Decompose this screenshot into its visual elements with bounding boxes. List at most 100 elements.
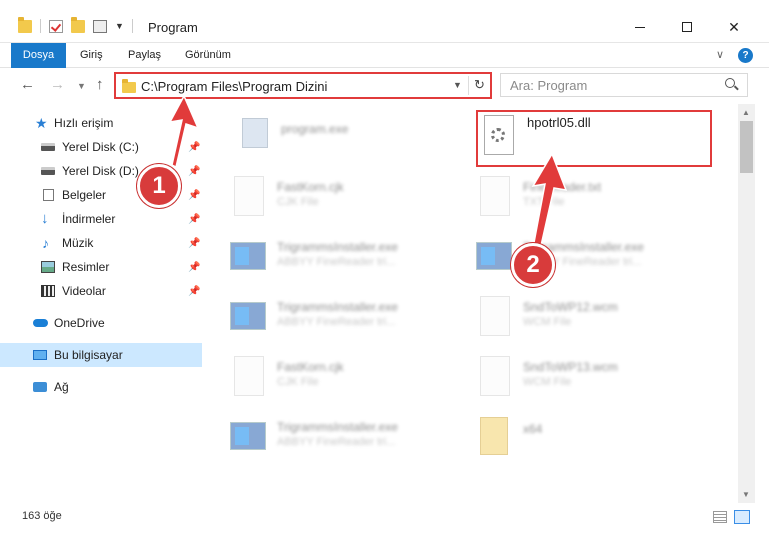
refresh-icon[interactable]: ↻ — [474, 77, 485, 93]
file-name: FineReader.txt — [523, 180, 602, 194]
tab-home[interactable]: Giriş — [70, 43, 113, 68]
sidebar-item-onedrive[interactable]: OneDrive — [0, 311, 202, 335]
file-type: ABBYY FineReader tri... — [277, 436, 396, 448]
pin-icon[interactable]: 📌 — [188, 238, 200, 249]
pin-icon[interactable]: 📌 — [188, 190, 200, 201]
sidebar-item-downloads[interactable]: ↓ İndirmeler 📌 — [0, 207, 202, 231]
search-icon[interactable] — [725, 78, 735, 88]
file-item[interactable]: TrigrammsInstaller.exe ABBYY FineReader … — [230, 412, 470, 462]
sidebar-item-label: Bu bilgisayar — [54, 348, 123, 362]
navigation-bar: ← → ▼ ↑ C:\Program Files\Program Dizini … — [0, 68, 769, 104]
sidebar-item-local-disk-c[interactable]: Yerel Disk (C:) 📌 — [0, 135, 202, 159]
forward-arrow-icon[interactable]: → — [50, 76, 65, 93]
file-type: CJK File — [277, 376, 319, 388]
view-options-icon[interactable] — [93, 19, 107, 33]
pictures-icon — [41, 261, 55, 273]
sidebar-item-quick-access[interactable]: ★ Hızlı erişim — [0, 111, 202, 135]
file-name: SndToWP12.wcm — [523, 300, 618, 314]
file-icon — [480, 296, 510, 336]
document-icon — [43, 189, 54, 201]
step-2-badge: 2 — [511, 243, 555, 287]
installer-icon — [476, 242, 512, 270]
file-name: TrigrammsInstaller.exe — [277, 240, 398, 254]
file-item[interactable]: program.exe — [234, 112, 474, 162]
sidebar-item-label: Yerel Disk (C:) — [62, 140, 139, 154]
details-view-icon[interactable] — [713, 511, 727, 523]
search-input[interactable] — [501, 74, 711, 96]
folder-item[interactable]: x64 — [476, 412, 716, 462]
file-name: FastKorn.cjk — [277, 360, 344, 374]
minimize-button[interactable] — [617, 14, 663, 40]
scroll-up-icon[interactable]: ▲ — [742, 108, 750, 117]
film-icon — [41, 285, 55, 297]
file-icon — [480, 356, 510, 396]
file-item[interactable]: TrigrammsInstaller.exe ABBYY FineReader … — [230, 232, 470, 282]
file-name: program.exe — [281, 122, 349, 136]
pin-icon[interactable]: 📌 — [188, 262, 200, 273]
sidebar-item-label: OneDrive — [54, 316, 105, 330]
up-arrow-icon[interactable]: ↑ — [96, 76, 104, 93]
tab-share[interactable]: Paylaş — [118, 43, 171, 68]
address-separator — [468, 76, 469, 95]
close-icon: ✕ — [728, 18, 740, 35]
file-icon — [234, 176, 264, 216]
file-item[interactable]: FastKorn.cjk CJK File — [230, 172, 470, 222]
sidebar-item-label: İndirmeler — [62, 212, 116, 226]
quick-access-toolbar: ▼ — [18, 16, 133, 33]
maximize-icon — [682, 22, 692, 32]
sidebar-item-label: Belgeler — [62, 188, 107, 202]
address-bar[interactable]: C:\Program Files\Program Dizini ▼ ↻ — [114, 72, 492, 99]
qat-dropdown-icon[interactable]: ▼ — [115, 21, 124, 31]
exe-file-icon — [242, 118, 268, 148]
sidebar-item-this-pc[interactable]: Bu bilgisayar — [0, 343, 202, 367]
recent-locations-chevron-icon[interactable]: ▼ — [77, 81, 86, 91]
file-item[interactable]: FineReader.txt TXT File — [476, 172, 716, 222]
new-folder-icon[interactable] — [71, 16, 85, 33]
folder-icon — [480, 417, 508, 455]
scroll-down-icon[interactable]: ▼ — [742, 490, 750, 499]
installer-icon — [230, 422, 266, 450]
sidebar-item-pictures[interactable]: Resimler 📌 — [0, 255, 202, 279]
file-item[interactable]: SndToWP13.wcm WCM File — [476, 352, 716, 402]
search-box[interactable] — [500, 73, 748, 97]
sidebar-item-label: Yerel Disk (D:) — [62, 164, 139, 178]
file-item[interactable]: TrigrammsInstaller.exe ABBYY FineReader … — [230, 292, 470, 342]
file-icon — [480, 176, 510, 216]
pin-icon[interactable]: 📌 — [188, 214, 200, 225]
sidebar-item-videos[interactable]: Videolar 📌 — [0, 279, 202, 303]
qat-separator — [131, 19, 133, 33]
cloud-icon — [33, 319, 48, 327]
address-path[interactable]: C:\Program Files\Program Dizini — [141, 79, 327, 94]
installer-icon — [230, 242, 266, 270]
computer-icon — [33, 350, 47, 360]
sidebar-item-music[interactable]: ♪ Müzik 📌 — [0, 231, 202, 255]
back-arrow-icon[interactable]: ← — [20, 76, 35, 93]
file-type: WCM File — [523, 316, 572, 328]
tab-file[interactable]: Dosya — [11, 43, 66, 68]
file-item[interactable]: FastKorn.cjk CJK File — [230, 352, 470, 402]
music-note-icon: ♪ — [42, 235, 49, 251]
large-icons-view-icon[interactable] — [734, 510, 750, 524]
scroll-thumb[interactable] — [740, 121, 753, 173]
folder-icon[interactable] — [18, 16, 32, 33]
sidebar-item-label: Resimler — [62, 260, 110, 274]
maximize-button[interactable] — [664, 14, 710, 40]
disk-icon — [41, 143, 55, 151]
address-dropdown-icon[interactable]: ▼ — [453, 80, 462, 90]
address-folder-icon — [122, 79, 136, 93]
pin-icon[interactable]: 📌 — [188, 166, 200, 177]
file-type: ABBYY FineReader tri... — [277, 256, 396, 268]
file-item[interactable]: SndToWP12.wcm WCM File — [476, 292, 716, 342]
expand-ribbon-chevron-icon[interactable]: ∨ — [716, 48, 724, 61]
tab-view[interactable]: Görünüm — [175, 43, 241, 68]
close-button[interactable]: ✕ — [711, 14, 757, 40]
file-name: TrigrammsInstaller.exe — [277, 420, 398, 434]
help-icon[interactable]: ? — [738, 48, 753, 63]
properties-check-icon[interactable] — [49, 19, 63, 33]
vertical-scrollbar[interactable]: ▲ ▼ — [738, 104, 755, 503]
file-type: CJK File — [277, 196, 319, 208]
sidebar-item-network[interactable]: Ağ — [0, 375, 202, 399]
pin-icon[interactable]: 📌 — [188, 286, 200, 297]
navigation-pane: ★ Hızlı erişim Yerel Disk (C:) 📌 Yerel D… — [0, 104, 206, 503]
pin-icon[interactable]: 📌 — [188, 142, 200, 153]
